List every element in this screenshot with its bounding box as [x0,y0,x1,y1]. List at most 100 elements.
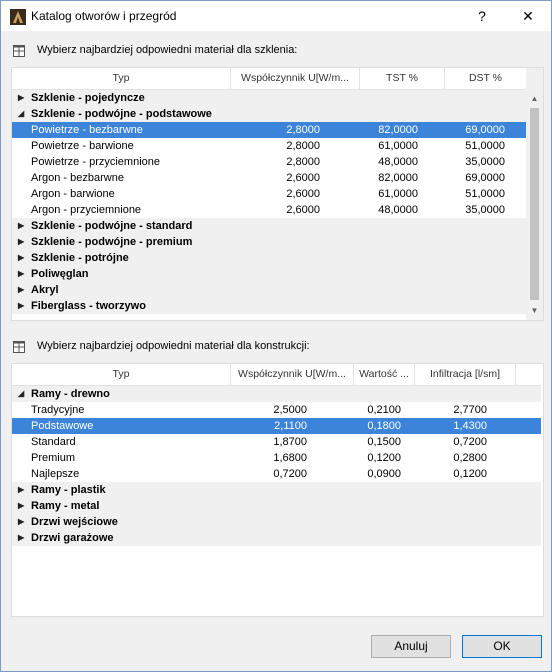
cell-inf: 1,4300 [453,420,487,432]
cell-val: 0,1800 [367,420,401,432]
row-name: Ramy - drewno [31,388,110,400]
table-row[interactable]: Argon - przyciemnione 2,6000 48,0000 35,000… [12,202,526,218]
cancel-button[interactable]: Anuluj [371,635,451,658]
title-bar[interactable]: Katalog otworów i przegród ? ✕ [1,1,551,31]
group-row[interactable]: ▶ Ramy - plastik [12,482,541,498]
cell-tst: 61,0000 [378,140,418,152]
close-button[interactable]: ✕ [505,1,551,31]
column-header-u[interactable]: Współczynnik U[W/m... [231,68,360,89]
construction-section-label: Wybierz najbardziej odpowiedni materiał … [37,340,310,352]
cell-dst: 51,0000 [465,188,505,200]
collapsed-arrow-icon[interactable]: ▶ [18,498,28,514]
collapsed-arrow-icon[interactable]: ▶ [18,218,28,234]
row-name: Tradycyjne [31,404,85,416]
expanded-arrow-icon[interactable]: ◢ [18,106,28,122]
row-name: Najlepsze [31,468,80,480]
cell-inf: 0,1200 [453,468,487,480]
column-header-tst[interactable]: TST % [360,68,445,89]
row-name: Powietrze - barwione [31,140,134,152]
group-row[interactable]: ▶ Szklenie - podwójne - premium [12,234,526,250]
collapsed-arrow-icon[interactable]: ▶ [18,234,28,250]
group-row[interactable]: ▶ Szklenie - potrójne [12,250,526,266]
construction-table[interactable]: Typ Współczynnik U[W/m... Wartość ... In… [11,363,544,617]
collapsed-arrow-icon[interactable]: ▶ [18,90,28,106]
scroll-thumb[interactable] [530,108,539,300]
table-row[interactable]: Argon - bezbarwne 2,6000 82,0000 69,0000 [12,170,526,186]
row-name: Szklenie - pojedyncze [31,92,145,104]
table-row[interactable]: Standard 1,8700 0,1500 0,7200 [12,434,541,450]
grid-icon [13,45,25,57]
table-row[interactable]: Najlepsze 0,7200 0,0900 0,1200 [12,466,541,482]
row-name: Drzwi garażowe [31,532,114,544]
group-row[interactable]: ▶ Szklenie - pojedyncze [12,90,526,106]
ok-button[interactable]: OK [462,635,542,658]
cell-dst: 69,0000 [465,124,505,136]
group-row[interactable]: ▶ Akryl [12,282,526,298]
glazing-table[interactable]: Typ Współczynnik U[W/m... TST % DST % ▶ S… [11,67,544,321]
collapsed-arrow-icon[interactable]: ▶ [18,250,28,266]
cell-tst: 48,0000 [378,156,418,168]
row-name: Standard [31,436,76,448]
row-name: Poliwęglan [31,268,89,280]
group-row[interactable]: ◢ Ramy - drewno [12,386,541,402]
cell-u: 1,8700 [273,436,307,448]
column-header-infiltration[interactable]: Infiltracja [l/sm] [415,364,516,385]
column-header-type[interactable]: Typ [12,364,231,385]
cell-u: 0,7200 [273,468,307,480]
cell-dst: 51,0000 [465,140,505,152]
app-icon [10,9,26,25]
group-row[interactable]: ▶ Drzwi garażowe [12,530,541,546]
row-name: Ramy - plastik [31,484,106,496]
cell-u: 2,8000 [286,140,320,152]
table-row[interactable]: Premium 1,6800 0,1200 0,2800 [12,450,541,466]
grid-icon [13,341,25,353]
table-row[interactable]: Powietrze - bezbarwne 2,8000 82,0000 69,000… [12,122,526,138]
construction-section-header: Wybierz najbardziej odpowiedni materiał … [13,339,513,355]
window-title: Katalog otworów i przegród [31,9,177,23]
table-row[interactable]: Powietrze - barwione 2,8000 61,0000 51,0000 [12,138,526,154]
cell-inf: 2,7700 [453,404,487,416]
row-name: Szklenie - podwójne - premium [31,236,193,248]
collapsed-arrow-icon[interactable]: ▶ [18,530,28,546]
cell-inf: 0,7200 [453,436,487,448]
glazing-scrollbar[interactable]: ▲ ▼ [526,68,543,320]
table-row[interactable]: Tradycyjne 2,5000 0,2100 2,7700 [12,402,541,418]
group-row[interactable]: ▶ Szklenie - podwójne - standard [12,218,526,234]
group-row[interactable]: ▶ Fiberglass - tworzywo [12,298,526,314]
group-row[interactable]: ◢ Szklenie - podwójne - podstawowe [12,106,526,122]
collapsed-arrow-icon[interactable]: ▶ [18,482,28,498]
expanded-arrow-icon[interactable]: ◢ [18,386,28,402]
column-header-dst[interactable]: DST % [445,68,526,89]
column-header-type[interactable]: Typ [12,68,231,89]
collapsed-arrow-icon[interactable]: ▶ [18,298,28,314]
collapsed-arrow-icon[interactable]: ▶ [18,266,28,282]
group-row[interactable]: ▶ Poliwęglan [12,266,526,282]
collapsed-arrow-icon[interactable]: ▶ [18,282,28,298]
group-row[interactable]: ▶ Ramy - metal [12,498,541,514]
cell-tst: 82,0000 [378,172,418,184]
glazing-section-label: Wybierz najbardziej odpowiedni materiał … [37,44,298,56]
table-row[interactable]: Powietrze - przyciemnione 2,8000 48,0000 35… [12,154,526,170]
scroll-down-icon[interactable]: ▼ [526,302,543,319]
cell-u: 2,6000 [286,204,320,216]
cell-dst: 35,0000 [465,204,505,216]
column-header-u[interactable]: Współczynnik U[W/m... [231,364,354,385]
table-row[interactable]: Argon - barwione 2,6000 61,0000 51,0000 [12,186,526,202]
cell-u: 2,8000 [286,156,320,168]
collapsed-arrow-icon[interactable]: ▶ [18,514,28,530]
row-name: Powietrze - bezbarwne [31,124,143,136]
help-button[interactable]: ? [459,1,505,31]
cell-u: 2,6000 [286,188,320,200]
row-name: Podstawowe [31,420,94,432]
cell-tst: 82,0000 [378,124,418,136]
cell-u: 2,1100 [274,420,307,432]
cell-u: 2,8000 [286,124,320,136]
column-header-value[interactable]: Wartość ... [354,364,415,385]
row-name: Fiberglass - tworzywo [31,300,146,312]
group-row[interactable]: ▶ Drzwi wejściowe [12,514,541,530]
glazing-section-header: Wybierz najbardziej odpowiedni materiał … [13,43,513,59]
scroll-up-icon[interactable]: ▲ [526,90,543,107]
cell-val: 0,1500 [367,436,401,448]
table-row[interactable]: Podstawowe 2,1100 0,1800 1,4300 [12,418,541,434]
row-name: Argon - przyciemnione [31,204,142,216]
